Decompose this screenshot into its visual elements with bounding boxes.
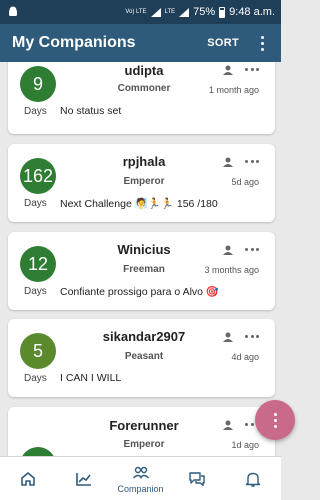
more-horizontal-icon[interactable] bbox=[245, 248, 259, 252]
clock: 9:48 a.m. bbox=[229, 6, 275, 18]
companion-card[interactable]: 9 Days udipta Commoner 1 month ago No st… bbox=[8, 62, 275, 134]
days-badge: 5 bbox=[20, 333, 56, 369]
home-icon bbox=[21, 471, 35, 486]
days-badge bbox=[20, 447, 56, 456]
last-active-time: 1d ago bbox=[231, 440, 259, 450]
days-badge: 162 bbox=[20, 158, 56, 194]
more-horizontal-icon[interactable] bbox=[245, 335, 259, 339]
more-horizontal-icon[interactable] bbox=[245, 68, 259, 72]
bottom-nav: Companion bbox=[0, 456, 281, 500]
status-bar: Vo) LTE LTE 75% 9:48 a.m. bbox=[0, 0, 281, 24]
signal-icon bbox=[150, 7, 161, 17]
last-active-time: 1 month ago bbox=[208, 85, 259, 95]
last-active-time: 4d ago bbox=[231, 352, 259, 362]
days-label: Days bbox=[24, 286, 47, 297]
network-label-2: LTE bbox=[164, 9, 176, 15]
days-label: Days bbox=[24, 198, 47, 209]
app-bar: My Companions SORT bbox=[0, 24, 281, 62]
companion-rank: Peasant bbox=[124, 351, 164, 362]
more-vertical-icon[interactable] bbox=[255, 400, 295, 440]
battery-icon bbox=[219, 6, 226, 18]
companion-name[interactable]: rpjhala bbox=[70, 154, 218, 169]
nav-companion[interactable]: Companion bbox=[112, 457, 168, 500]
network-label: Vo) LTE bbox=[125, 9, 147, 15]
companion-name[interactable]: Winicius bbox=[70, 242, 218, 257]
last-active-time: 3 months ago bbox=[204, 265, 259, 275]
companion-rank: Emperor bbox=[123, 176, 165, 187]
chart-line-icon bbox=[76, 472, 92, 486]
companion-card[interactable]: Forerunner Emperor 1d ago bbox=[8, 407, 275, 456]
chat-icon bbox=[189, 471, 205, 486]
status-text: No status set bbox=[60, 105, 122, 117]
nav-chat[interactable] bbox=[169, 457, 225, 500]
last-active-time: 5d ago bbox=[231, 177, 259, 187]
status-text: I CAN I WILL bbox=[60, 372, 122, 384]
companion-card[interactable]: 12 Days Winicius Freeman 3 months ago Co… bbox=[8, 232, 275, 310]
companion-rank: Freeman bbox=[123, 264, 165, 275]
person-icon[interactable] bbox=[223, 157, 233, 167]
more-horizontal-icon[interactable] bbox=[245, 160, 259, 164]
android-icon bbox=[6, 5, 20, 19]
battery-percent: 75% bbox=[193, 6, 216, 18]
person-icon[interactable] bbox=[223, 65, 233, 75]
days-label: Days bbox=[24, 373, 47, 384]
nav-home[interactable] bbox=[0, 457, 56, 500]
companion-rank: Emperor bbox=[123, 439, 165, 450]
signal-icon bbox=[179, 7, 190, 17]
bell-icon bbox=[245, 472, 261, 487]
companion-list[interactable]: 9 Days udipta Commoner 1 month ago No st… bbox=[0, 62, 281, 456]
days-label: Days bbox=[24, 106, 47, 117]
companion-name[interactable]: sikandar2907 bbox=[70, 329, 218, 344]
page-title: My Companions bbox=[12, 34, 136, 51]
companion-card[interactable]: 162 Days rpjhala Emperor 5d ago Next Cha… bbox=[8, 144, 275, 222]
person-icon[interactable] bbox=[223, 245, 233, 255]
status-text: Confiante prossigo para o Alvo 🎯 bbox=[60, 286, 219, 298]
person-icon[interactable] bbox=[223, 420, 233, 430]
companions-icon bbox=[132, 466, 149, 478]
nav-companion-label: Companion bbox=[117, 483, 164, 494]
companion-name[interactable]: udipta bbox=[70, 63, 218, 78]
nav-notifications[interactable] bbox=[225, 457, 281, 500]
days-badge: 9 bbox=[20, 66, 56, 102]
status-text: Next Challenge 🧖🏃🏃 156 /180 bbox=[60, 198, 218, 210]
more-vertical-icon[interactable] bbox=[255, 35, 269, 51]
person-icon[interactable] bbox=[223, 332, 233, 342]
nav-stats[interactable] bbox=[56, 457, 112, 500]
days-badge: 12 bbox=[20, 246, 56, 282]
companion-name[interactable]: Forerunner bbox=[70, 418, 218, 433]
companion-card[interactable]: 5 Days sikandar2907 Peasant 4d ago I CAN… bbox=[8, 319, 275, 397]
sort-button[interactable]: SORT bbox=[207, 37, 239, 49]
companion-rank: Commoner bbox=[117, 83, 171, 94]
